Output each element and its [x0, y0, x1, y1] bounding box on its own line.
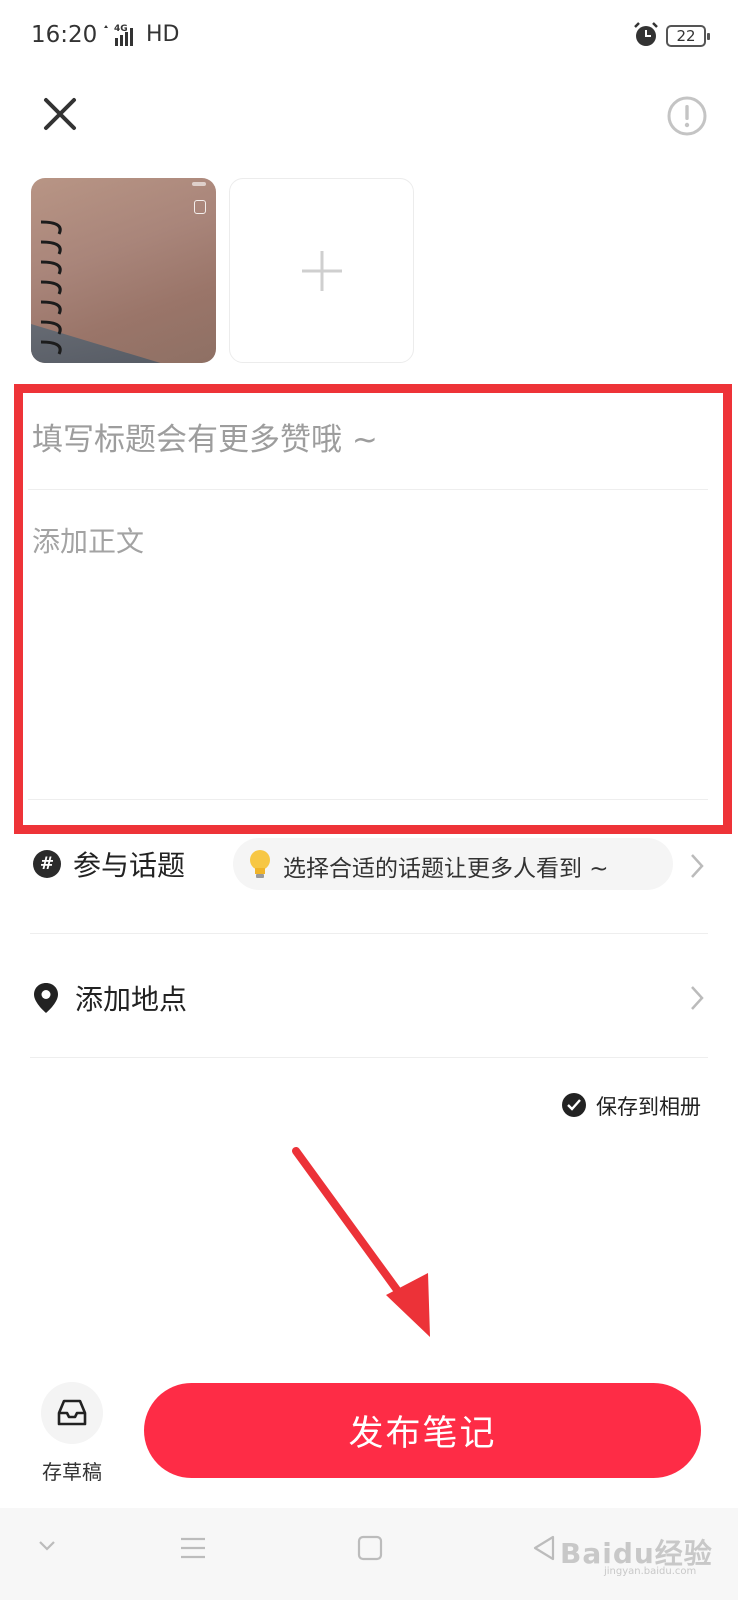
location-label: 添加地点 [75, 983, 188, 1016]
battery-indicator: 22 [666, 25, 710, 47]
location-row[interactable]: 添加地点 [0, 960, 738, 1032]
divider [28, 799, 708, 800]
topic-row[interactable]: # 参与话题 选择合适的话题让更多人看到 ~ [0, 830, 738, 912]
topic-suggestion-text: 选择合适的话题让更多人看到 ~ [283, 856, 609, 882]
info-circle-icon[interactable] [666, 95, 708, 137]
alarm-icon [634, 22, 658, 46]
annotation-arrow [292, 1147, 430, 1337]
divider [28, 489, 708, 490]
hash-icon: # [33, 850, 61, 878]
status-bar: 16:20 4G HD 22 [0, 0, 738, 75]
inbox-icon [57, 1399, 87, 1426]
photo-thumbnail[interactable] [31, 178, 216, 363]
save-draft-button[interactable]: 存草稿 [38, 1382, 106, 1484]
thumbnail-edit-icon [194, 200, 206, 214]
chevron-right-icon [691, 854, 704, 878]
network-type: 4G [114, 24, 128, 34]
lightbulb-icon [250, 850, 270, 878]
checkbox-checked-icon [562, 1093, 586, 1117]
home-square-icon[interactable] [357, 1535, 383, 1561]
save-draft-label: 存草稿 [42, 1460, 102, 1484]
location-pin-icon [34, 983, 58, 1013]
divider [30, 933, 708, 934]
close-icon[interactable] [40, 94, 80, 134]
draft-icon-circle [41, 1382, 103, 1444]
status-time: 16:20 [31, 22, 98, 48]
baidu-watermark-url: jingyan.baidu.com [604, 1566, 697, 1577]
body-textarea[interactable] [32, 520, 710, 790]
divider [30, 1057, 708, 1058]
publish-note-button[interactable]: 发布笔记 [144, 1383, 701, 1478]
menu-icon[interactable] [180, 1536, 206, 1560]
chevron-down-icon[interactable] [38, 1540, 56, 1552]
title-input[interactable] [32, 412, 710, 468]
hd-indicator: HD [146, 22, 180, 47]
add-media-button[interactable] [229, 178, 414, 363]
plus-icon [302, 251, 342, 291]
back-triangle-icon[interactable] [532, 1535, 556, 1561]
thumbnail-overlay-tag [192, 182, 206, 186]
topic-suggestion-chip[interactable]: 选择合适的话题让更多人看到 ~ [233, 838, 673, 890]
save-to-album-label: 保存到相册 [596, 1095, 701, 1119]
topic-label: 参与话题 [73, 849, 186, 882]
chevron-right-icon [691, 986, 704, 1010]
notebook-spiral [40, 220, 62, 355]
